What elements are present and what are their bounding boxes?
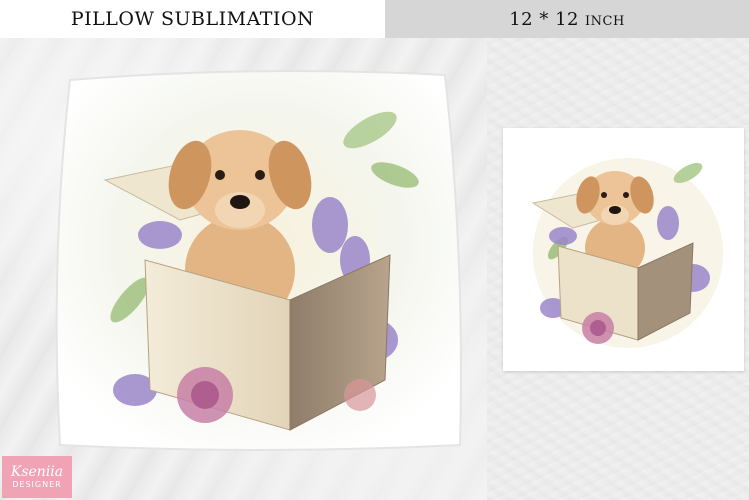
title-text: PILLOW SUBLIMATION xyxy=(70,8,315,30)
sublimation-print xyxy=(503,128,744,371)
product-mockup: PILLOW SUBLIMATION 12 * 12 inch Kseniia … xyxy=(0,0,749,500)
designer-logo: Kseniia DESIGNER xyxy=(2,456,72,498)
size-unit: inch xyxy=(584,8,625,30)
logo-tag: DESIGNER xyxy=(12,480,62,489)
size-banner: 12 * 12 inch xyxy=(385,0,749,38)
title-banner: PILLOW SUBLIMATION xyxy=(0,0,385,38)
size-text: 12 * 12 xyxy=(509,8,579,30)
logo-name: Kseniia xyxy=(10,464,64,480)
pillow-illustration xyxy=(40,60,480,455)
